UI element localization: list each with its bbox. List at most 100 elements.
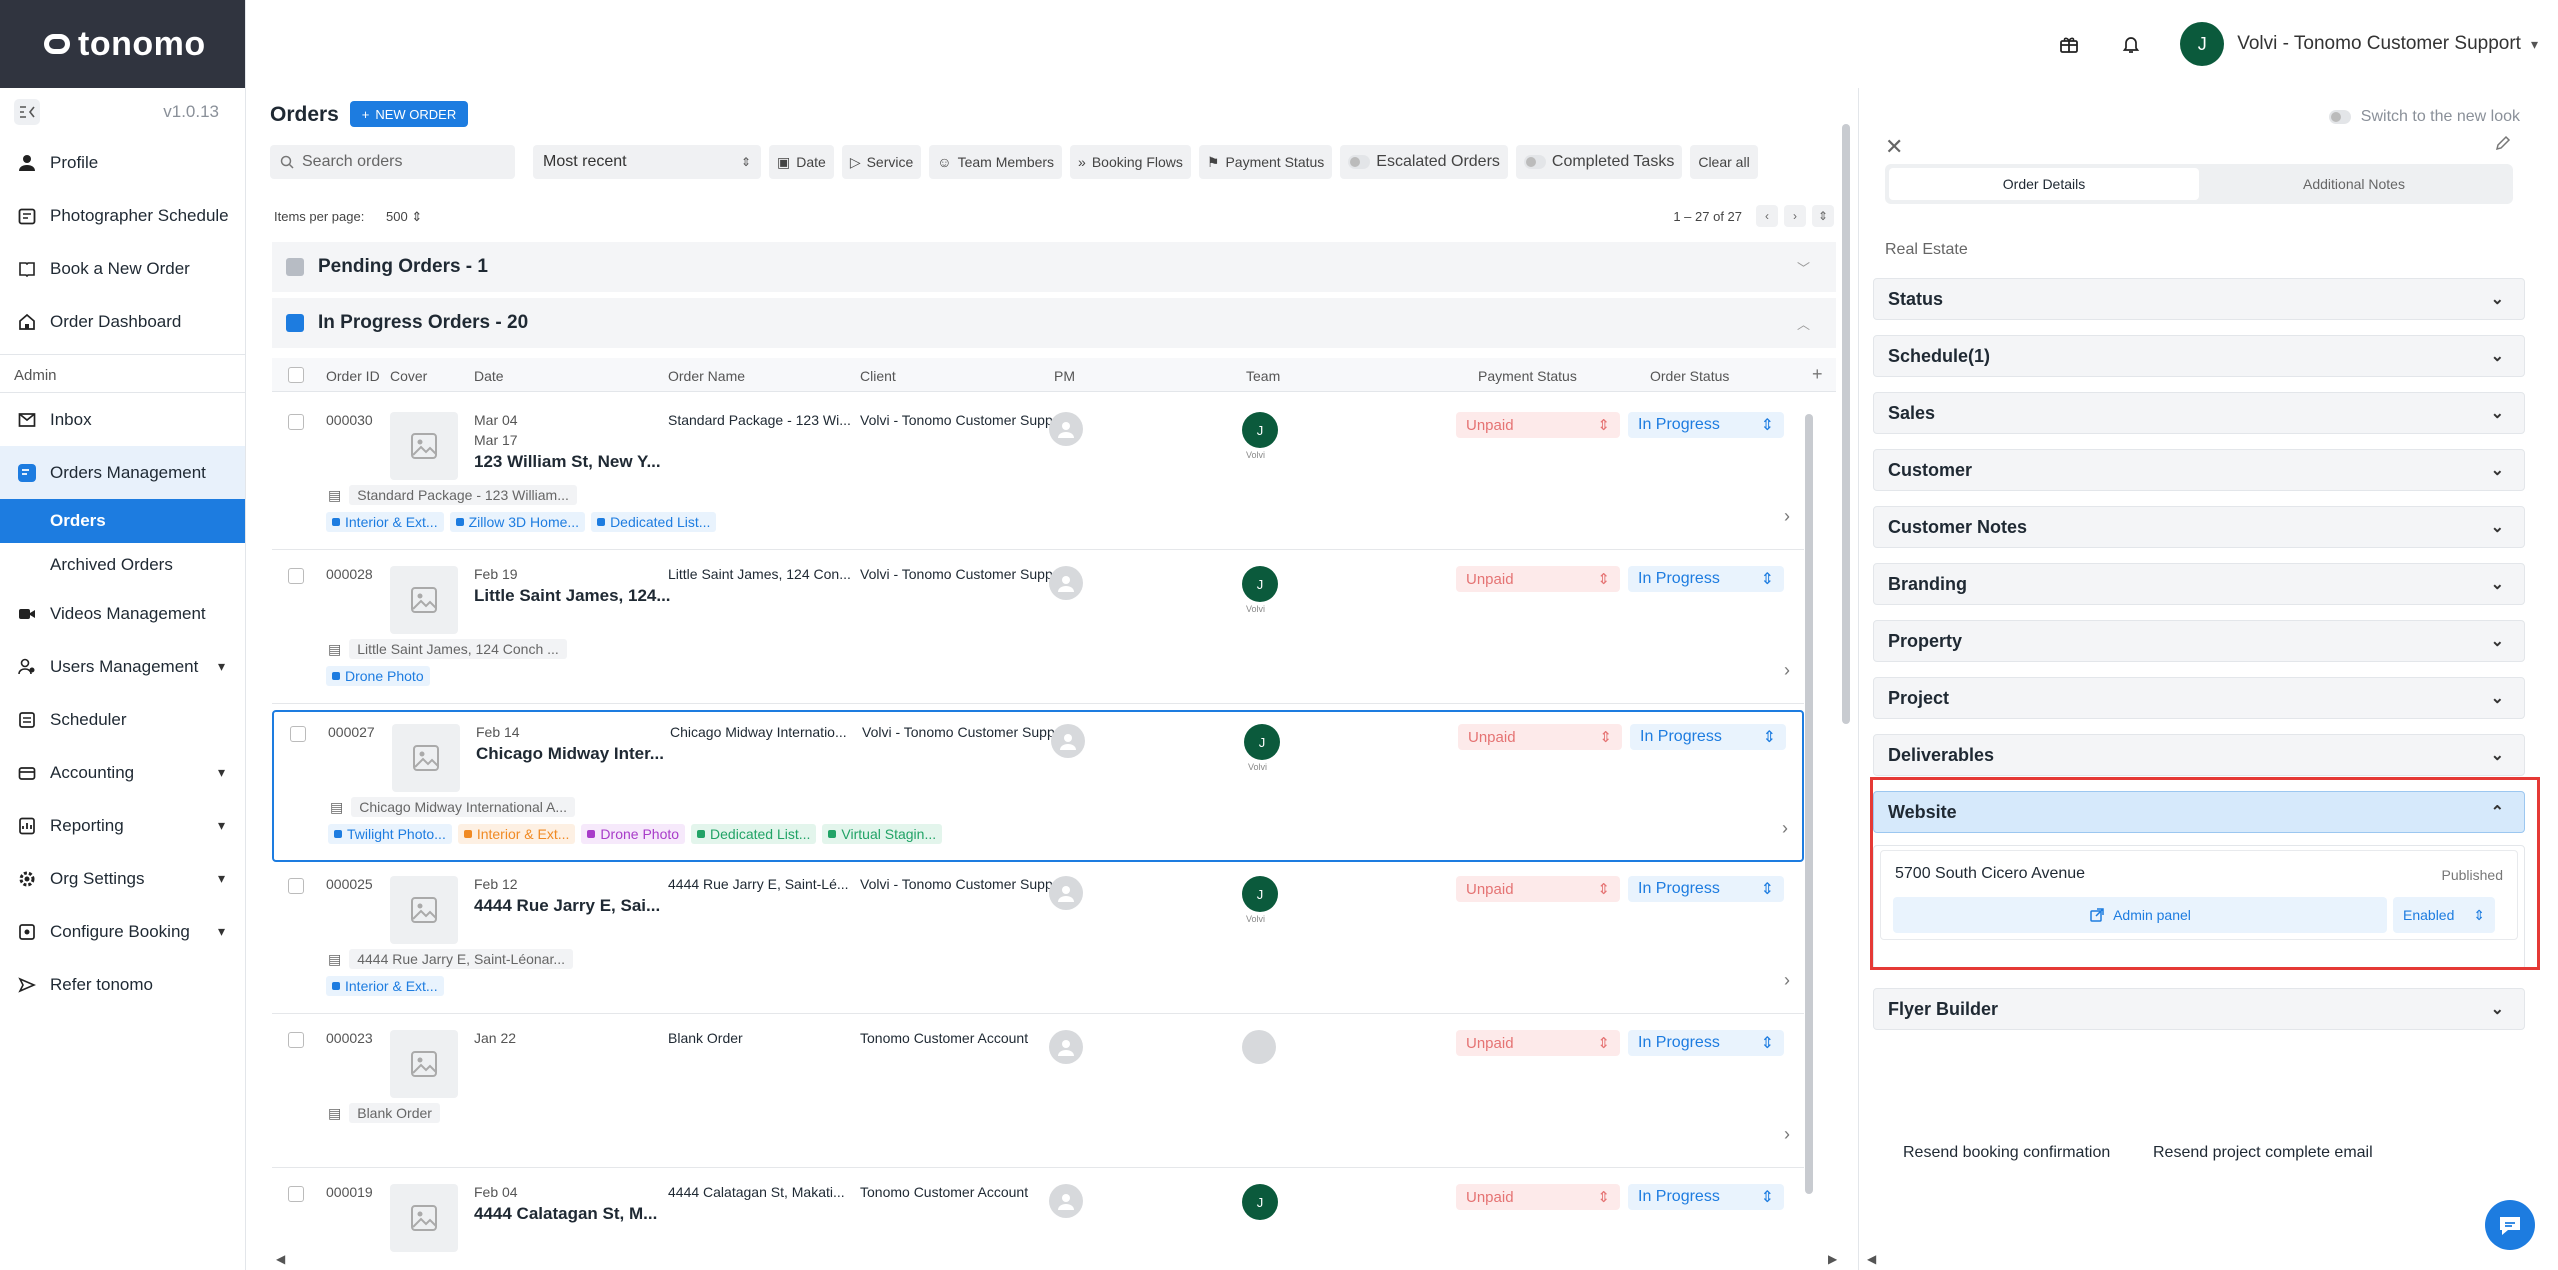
order-status-select[interactable]: In Progress ⇕ xyxy=(1630,724,1786,750)
sidebar-item-scheduler[interactable]: Scheduler xyxy=(0,693,245,746)
new-order-button[interactable]: + NEW ORDER xyxy=(350,101,468,127)
sidebar-item-order-dashboard[interactable]: Order Dashboard xyxy=(0,295,245,348)
row-checkbox[interactable] xyxy=(290,726,306,742)
clear-all-button[interactable]: Clear all xyxy=(1690,145,1758,179)
collapse-sidebar-icon[interactable] xyxy=(14,99,40,125)
order-status-select[interactable]: In Progress ⇕ xyxy=(1628,1184,1784,1210)
payment-status-select[interactable]: Unpaid ⇕ xyxy=(1456,1030,1620,1056)
order-address[interactable]: 123 William St, New Y... xyxy=(474,452,661,472)
chevron-down-icon[interactable]: ▾ xyxy=(2531,36,2538,53)
chevron-down-icon[interactable]: ▾ xyxy=(218,764,225,781)
chevron-down-icon[interactable]: ﹀ xyxy=(1797,258,1810,277)
row-checkbox[interactable] xyxy=(288,1032,304,1048)
edit-icon[interactable] xyxy=(2494,134,2512,157)
payment-status-select[interactable]: Unpaid ⇕ xyxy=(1456,876,1620,902)
accordion-customer[interactable]: Customer ⌄ xyxy=(1873,449,2525,491)
chevron-right-icon[interactable]: › xyxy=(1784,1124,1790,1145)
order-address[interactable]: Little Saint James, 124... xyxy=(474,586,671,606)
filter-team-members[interactable]: ☺ Team Members xyxy=(929,145,1063,179)
payment-status-select[interactable]: Unpaid ⇕ xyxy=(1456,412,1620,438)
page-select-icon[interactable]: ⇕ xyxy=(1812,205,1834,227)
table-row-selected[interactable]: 000027 Feb 14 Chicago Midway Inter... Ch… xyxy=(272,710,1804,862)
team-avatar[interactable]: J xyxy=(1242,566,1278,602)
order-status-select[interactable]: In Progress ⇕ xyxy=(1628,1030,1784,1056)
user-name[interactable]: Volvi - Tonomo Customer Support xyxy=(2237,33,2521,55)
accordion-flyer-builder[interactable]: Flyer Builder ⌄ xyxy=(1873,988,2525,1030)
row-checkbox[interactable] xyxy=(288,568,304,584)
pm-avatar-icon[interactable] xyxy=(1049,566,1083,600)
accordion-branding[interactable]: Branding ⌄ xyxy=(1873,563,2525,605)
resend-complete-button[interactable]: Resend project complete email xyxy=(2153,1144,2373,1162)
col-pm[interactable]: PM xyxy=(1054,368,1075,384)
sidebar-item-videos-management[interactable]: Videos Management xyxy=(0,587,245,640)
gift-icon[interactable] xyxy=(2056,31,2082,57)
sidebar-item-org-settings[interactable]: Org Settings ▾ xyxy=(0,852,245,905)
pm-avatar-icon[interactable] xyxy=(1049,412,1083,446)
accordion-status[interactable]: Status ⌄ xyxy=(1873,278,2525,320)
sidebar-item-users-management[interactable]: Users Management ▾ xyxy=(0,640,245,693)
row-checkbox[interactable] xyxy=(288,1186,304,1202)
col-order-id[interactable]: Order ID xyxy=(326,368,380,384)
select-all-checkbox[interactable] xyxy=(288,367,304,383)
order-address[interactable]: 4444 Rue Jarry E, Sai... xyxy=(474,896,660,916)
team-avatar[interactable]: J xyxy=(1242,876,1278,912)
tab-additional-notes[interactable]: Additional Notes xyxy=(2199,168,2509,200)
chevron-up-icon[interactable]: ︿ xyxy=(1797,314,1810,333)
next-page-icon[interactable]: › xyxy=(1784,205,1806,227)
row-checkbox[interactable] xyxy=(288,414,304,430)
accordion-deliverables[interactable]: Deliverables ⌄ xyxy=(1873,734,2525,776)
table-scrollbar[interactable] xyxy=(1804,400,1814,1230)
sidebar-item-archived-orders[interactable]: Archived Orders xyxy=(0,543,245,587)
search-input[interactable]: Search orders xyxy=(270,145,515,179)
accordion-project[interactable]: Project ⌄ xyxy=(1873,677,2525,719)
page-scrollbar[interactable] xyxy=(1840,110,1852,1250)
order-address[interactable]: 4444 Calatagan St, M... xyxy=(474,1204,657,1224)
team-avatar[interactable]: J xyxy=(1244,724,1280,760)
close-icon[interactable]: ✕ xyxy=(1885,134,1903,160)
accordion-schedule[interactable]: Schedule(1) ⌄ xyxy=(1873,335,2525,377)
pm-avatar-icon[interactable] xyxy=(1049,1030,1083,1064)
accordion-customer-notes[interactable]: Customer Notes ⌄ xyxy=(1873,506,2525,548)
payment-status-select[interactable]: Unpaid ⇕ xyxy=(1456,1184,1620,1210)
sidebar-item-accounting[interactable]: Accounting ▾ xyxy=(0,746,245,799)
pm-avatar-icon[interactable] xyxy=(1051,724,1085,758)
sidebar-item-book-new-order[interactable]: Book a New Order xyxy=(0,242,245,295)
filter-completed-tasks[interactable]: Completed Tasks xyxy=(1515,145,1683,179)
chevron-right-icon[interactable]: › xyxy=(1784,660,1790,681)
sidebar-item-profile[interactable]: Profile xyxy=(0,136,245,189)
toggle-completed[interactable] xyxy=(1523,155,1546,169)
filter-booking-flows[interactable]: » Booking Flows xyxy=(1070,145,1191,179)
col-order-name[interactable]: Order Name xyxy=(668,368,745,384)
sidebar-item-photographer-schedule[interactable]: Photographer Schedule xyxy=(0,189,245,242)
chat-icon[interactable] xyxy=(2485,1200,2535,1250)
chevron-down-icon[interactable]: ▾ xyxy=(218,658,225,675)
col-team[interactable]: Team xyxy=(1246,368,1280,384)
switch-new-look[interactable]: Switch to the new look xyxy=(2328,108,2520,126)
group-pending-orders[interactable]: Pending Orders - 1 ﹀ xyxy=(272,242,1836,292)
col-payment-status[interactable]: Payment Status xyxy=(1478,368,1577,384)
logo[interactable]: tonomo xyxy=(44,25,206,64)
col-date[interactable]: Date xyxy=(474,368,504,384)
sidebar-item-refer-tonomo[interactable]: Refer tonomo xyxy=(0,958,245,1011)
scroll-right-icon[interactable]: ▶ xyxy=(1828,1252,1837,1266)
pm-avatar-icon[interactable] xyxy=(1049,876,1083,910)
filter-payment-status[interactable]: ⚑ Payment Status xyxy=(1198,145,1333,179)
col-order-status[interactable]: Order Status xyxy=(1650,368,1729,384)
col-client[interactable]: Client xyxy=(860,368,896,384)
toggle-escalated[interactable] xyxy=(1348,155,1371,169)
sort-select[interactable]: Most recent ⇕ xyxy=(533,145,761,179)
sidebar-item-reporting[interactable]: Reporting ▾ xyxy=(0,799,245,852)
table-row[interactable]: 000025 Feb 12 4444 Rue Jarry E, Sai... 4… xyxy=(272,864,1804,1014)
prev-page-icon[interactable]: ‹ xyxy=(1756,205,1778,227)
chevron-right-icon[interactable]: › xyxy=(1784,506,1790,527)
filter-escalated-orders[interactable]: Escalated Orders xyxy=(1340,145,1508,179)
toggle-new-look[interactable] xyxy=(2328,110,2351,124)
sidebar-item-configure-booking[interactable]: Configure Booking ▾ xyxy=(0,905,245,958)
sidebar-item-orders-management[interactable]: Orders Management xyxy=(0,446,245,499)
table-row[interactable]: 000030 Mar 04 Mar 17 123 William St, New… xyxy=(272,400,1804,550)
payment-status-select[interactable]: Unpaid ⇕ xyxy=(1458,724,1622,750)
team-avatar[interactable]: J xyxy=(1242,412,1278,448)
chevron-down-icon[interactable]: ▾ xyxy=(218,817,225,834)
table-row[interactable]: 000019 Feb 04 4444 Calatagan St, M... 44… xyxy=(272,1172,1804,1258)
bell-icon[interactable] xyxy=(2118,31,2144,57)
